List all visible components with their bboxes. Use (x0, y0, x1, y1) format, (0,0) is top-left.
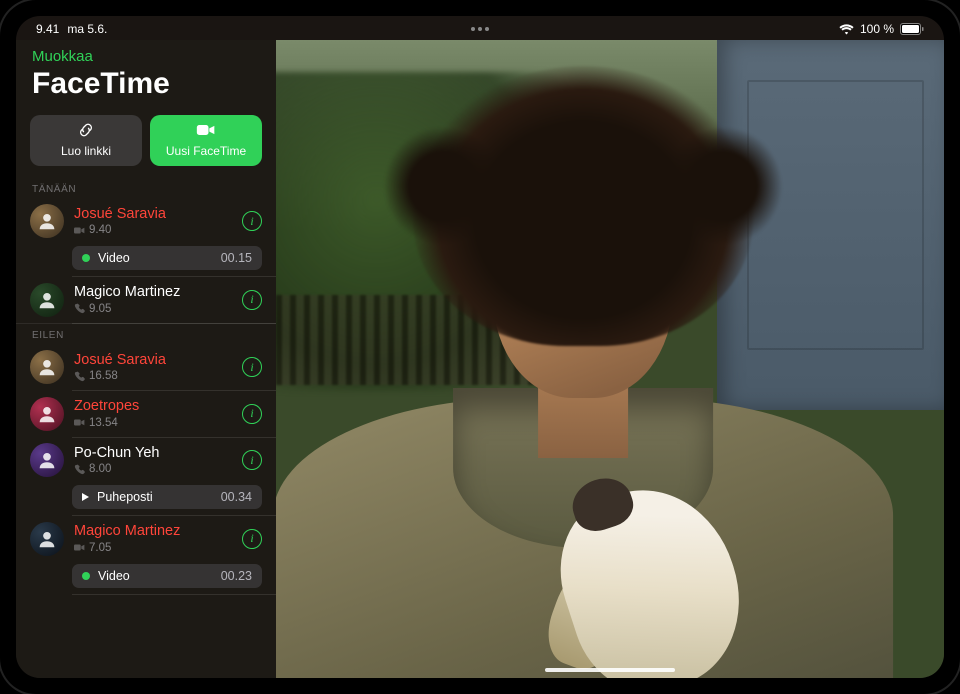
media-duration: 00.23 (221, 569, 252, 583)
call-meta: 9.05 (74, 303, 232, 315)
call-info: Po-Chun Yeh8.00 (74, 445, 232, 475)
info-button[interactable]: i (242, 357, 262, 377)
home-indicator[interactable] (545, 668, 675, 672)
multitask-indicator[interactable] (471, 27, 489, 31)
phone-icon (74, 464, 85, 475)
voicemail-pill[interactable]: Puheposti 00.34 (72, 485, 262, 509)
call-info: Josué Saravia16.58 (74, 352, 232, 382)
call-meta: 16.58 (74, 370, 232, 382)
media-label: Puheposti (97, 490, 213, 504)
video-message-pill[interactable]: Video 00.23 (72, 564, 262, 588)
info-button[interactable]: i (242, 211, 262, 231)
call-time: 16.58 (89, 370, 118, 382)
call-name: Zoetropes (74, 398, 232, 415)
call-meta: 9.40 (74, 224, 232, 236)
section-header: EILEN (16, 323, 276, 344)
call-name: Po-Chun Yeh (74, 445, 232, 462)
avatar (30, 522, 64, 556)
media-duration: 00.15 (221, 251, 252, 265)
new-facetime-label: Uusi FaceTime (166, 144, 246, 158)
create-link-label: Luo linkki (61, 144, 111, 158)
phone-icon (74, 303, 85, 314)
content-area (276, 40, 944, 678)
avatar (30, 443, 64, 477)
sidebar: Muokkaa FaceTime Luo linkki Uusi (16, 40, 276, 678)
call-item[interactable]: Josué Saravia9.40 i (16, 198, 276, 244)
status-time: 9.41 (36, 22, 59, 36)
call-name: Josué Saravia (74, 352, 232, 369)
avatar (30, 350, 64, 384)
video-icon (74, 542, 85, 553)
video-icon (196, 121, 216, 142)
battery-text: 100 % (860, 22, 894, 36)
info-button[interactable]: i (242, 290, 262, 310)
unread-dot-icon (82, 572, 90, 580)
call-item[interactable]: Magico Martinez 7.05 i (16, 516, 276, 562)
video-icon (74, 225, 85, 236)
info-button[interactable]: i (242, 450, 262, 470)
call-info: Zoetropes 13.54 (74, 398, 232, 428)
edit-button[interactable]: Muokkaa (32, 48, 260, 65)
call-name: Josué Saravia (74, 206, 232, 223)
call-item[interactable]: Po-Chun Yeh8.00 i (16, 437, 276, 483)
screen: 9.41 ma 5.6. 100 % Muokkaa FaceTime (16, 16, 944, 678)
play-icon (82, 493, 89, 501)
info-button[interactable]: i (242, 404, 262, 424)
call-time: 13.54 (89, 417, 118, 429)
wifi-icon (839, 24, 854, 35)
call-meta: 13.54 (74, 417, 232, 429)
call-info: Magico Martinez 9.05 (74, 284, 232, 314)
call-time: 7.05 (89, 542, 111, 554)
link-icon (76, 121, 96, 142)
unread-dot-icon (82, 254, 90, 262)
call-info: Josué Saravia9.40 (74, 206, 232, 236)
call-time: 9.05 (89, 303, 111, 315)
divider (72, 594, 276, 595)
call-meta: 8.00 (74, 463, 232, 475)
status-date: ma 5.6. (67, 22, 107, 36)
call-name: Magico Martinez (74, 523, 232, 540)
status-bar: 9.41 ma 5.6. 100 % (16, 16, 944, 38)
create-link-button[interactable]: Luo linkki (30, 115, 142, 166)
media-label: Video (98, 251, 213, 265)
call-info: Magico Martinez 7.05 (74, 523, 232, 553)
avatar (30, 204, 64, 238)
ipad-frame: 9.41 ma 5.6. 100 % Muokkaa FaceTime (0, 0, 960, 694)
new-facetime-button[interactable]: Uusi FaceTime (150, 115, 262, 166)
video-message-pill[interactable]: Video 00.15 (72, 246, 262, 270)
call-time: 8.00 (89, 463, 111, 475)
call-time: 9.40 (89, 224, 111, 236)
call-meta: 7.05 (74, 542, 232, 554)
call-item[interactable]: Zoetropes 13.54 i (16, 391, 276, 437)
media-label: Video (98, 569, 213, 583)
app-title: FaceTime (32, 67, 260, 101)
avatar (30, 397, 64, 431)
call-list: TÄNÄÄNJosué Saravia9.40iVideo00.15Magico… (16, 178, 276, 594)
avatar (30, 283, 64, 317)
video-icon (74, 417, 85, 428)
video-preview-illustration (276, 40, 944, 678)
section-header: TÄNÄÄN (16, 178, 276, 198)
phone-icon (74, 371, 85, 382)
media-duration: 00.34 (221, 490, 252, 504)
call-item[interactable]: Josué Saravia16.58 i (16, 344, 276, 390)
call-name: Magico Martinez (74, 284, 232, 301)
call-item[interactable]: Magico Martinez 9.05 i (16, 277, 276, 323)
info-button[interactable]: i (242, 529, 262, 549)
battery-icon (900, 23, 924, 35)
